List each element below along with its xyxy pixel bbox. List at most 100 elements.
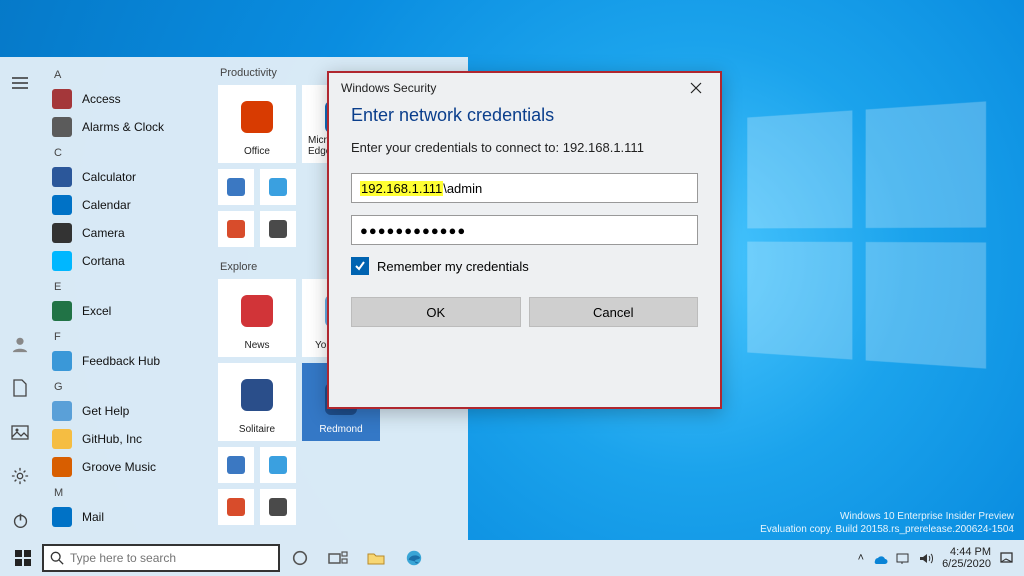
tray-onedrive-icon[interactable]	[872, 553, 888, 564]
password-field[interactable]: ●●●●●●●●●●●●	[351, 215, 698, 245]
app-label: Groove Music	[82, 460, 156, 474]
remember-label: Remember my credentials	[377, 259, 529, 274]
app-list-letter[interactable]: G	[40, 375, 210, 397]
checkbox-checked-icon[interactable]	[351, 257, 369, 275]
watermark-line1: Windows 10 Enterprise Insider Preview	[760, 510, 1014, 523]
taskbar-clock[interactable]: 4:44 PM 6/25/2020	[942, 546, 991, 570]
tray-network-icon[interactable]	[896, 552, 911, 565]
tile-icon	[241, 101, 273, 133]
tile-label: Solitaire	[239, 424, 275, 435]
start-app-list[interactable]: A Access Alarms & Clock CCalculator Calendar…	[40, 57, 210, 540]
tile-small[interactable]	[260, 211, 296, 247]
tile-small[interactable]	[260, 447, 296, 483]
notifications-icon[interactable]	[999, 551, 1014, 566]
app-list-item[interactable]: Calendar	[40, 191, 210, 219]
app-list-letter[interactable]: E	[40, 275, 210, 297]
app-label: GitHub, Inc	[82, 432, 142, 446]
user-icon[interactable]	[0, 324, 40, 364]
username-highlight: 192.168.1.111	[360, 181, 443, 196]
dialog-heading: Enter network credentials	[351, 105, 698, 126]
app-label: Calendar	[82, 198, 131, 212]
taskbar-search[interactable]	[42, 544, 280, 572]
tile[interactable]: Office	[218, 85, 296, 163]
credentials-dialog: Windows Security Enter network credentia…	[327, 71, 722, 409]
wallpaper-windows-logo	[747, 101, 986, 368]
remember-checkbox-row[interactable]: Remember my credentials	[351, 257, 698, 275]
task-view-icon[interactable]	[320, 543, 356, 573]
app-list-item[interactable]: Excel	[40, 297, 210, 325]
hamburger-icon[interactable]	[0, 63, 40, 103]
documents-icon[interactable]	[0, 368, 40, 408]
app-list-letter[interactable]: M	[40, 481, 210, 503]
tile-small[interactable]	[218, 447, 254, 483]
ok-button[interactable]: OK	[351, 297, 521, 327]
app-label: Feedback Hub	[82, 354, 160, 368]
app-label: Get Help	[82, 404, 129, 418]
app-list-letter[interactable]: F	[40, 325, 210, 347]
app-list-item[interactable]: Cortana	[40, 247, 210, 275]
watermark-line2: Evaluation copy. Build 20158.rs_prerelea…	[760, 523, 1014, 536]
tray-volume-icon[interactable]	[919, 552, 934, 565]
app-icon	[52, 401, 72, 421]
app-icon	[52, 195, 72, 215]
app-list-item[interactable]: Groove Music	[40, 453, 210, 481]
taskbar-app-explorer[interactable]	[358, 543, 394, 573]
app-list-item[interactable]: Get Help	[40, 397, 210, 425]
app-label: Access	[82, 92, 121, 106]
app-list-item[interactable]: Alarms & Clock	[40, 113, 210, 141]
tile-small[interactable]	[218, 169, 254, 205]
tray-chevron-icon[interactable]: ˄	[858, 552, 864, 564]
app-list-item[interactable]: GitHub, Inc	[40, 425, 210, 453]
tile[interactable]: Solitaire	[218, 363, 296, 441]
cancel-button[interactable]: Cancel	[529, 297, 699, 327]
app-icon	[52, 301, 72, 321]
tile-small[interactable]	[218, 489, 254, 525]
app-label: Excel	[82, 304, 111, 318]
tile-icon	[241, 295, 273, 327]
app-label: Alarms & Clock	[82, 120, 164, 134]
taskbar-app-edge[interactable]	[396, 543, 432, 573]
tile-label: Redmond	[319, 424, 362, 435]
tile-small[interactable]	[260, 169, 296, 205]
dialog-title: Windows Security	[341, 81, 436, 95]
cortana-icon[interactable]	[282, 543, 318, 573]
tile-small[interactable]	[218, 211, 254, 247]
app-icon	[52, 251, 72, 271]
app-list-item[interactable]: Calculator	[40, 163, 210, 191]
start-button[interactable]	[6, 543, 40, 573]
app-label: Mail	[82, 510, 104, 524]
app-icon	[52, 351, 72, 371]
search-input[interactable]	[70, 551, 272, 565]
app-list-item[interactable]: Feedback Hub	[40, 347, 210, 375]
tile-small[interactable]	[260, 489, 296, 525]
tile-icon	[241, 379, 273, 411]
settings-icon[interactable]	[0, 456, 40, 496]
app-list-letter[interactable]: C	[40, 141, 210, 163]
pictures-icon[interactable]	[0, 412, 40, 452]
app-list-letter[interactable]: A	[40, 63, 210, 85]
windows-icon	[15, 550, 31, 566]
taskbar: ˄ 4:44 PM 6/25/2020	[0, 540, 1024, 576]
app-icon	[52, 457, 72, 477]
clock-time: 4:44 PM	[942, 546, 991, 558]
password-value: ●●●●●●●●●●●●	[360, 223, 466, 238]
system-tray[interactable]: ˄ 4:44 PM 6/25/2020	[854, 546, 1018, 570]
app-label: Cortana	[82, 254, 125, 268]
start-rail	[0, 57, 40, 540]
app-list-item[interactable]: Mail	[40, 503, 210, 531]
dialog-titlebar: Windows Security	[329, 73, 720, 103]
username-field[interactable]: 192.168.1.111\admin	[351, 173, 698, 203]
close-icon[interactable]	[676, 74, 716, 102]
desktop-watermark: Windows 10 Enterprise Insider Preview Ev…	[760, 510, 1014, 536]
app-list-item[interactable]: Camera	[40, 219, 210, 247]
clock-date: 6/25/2020	[942, 558, 991, 570]
app-list-item[interactable]: Access	[40, 85, 210, 113]
app-icon	[52, 507, 72, 527]
tile[interactable]: News	[218, 279, 296, 357]
power-icon[interactable]	[0, 500, 40, 540]
search-icon	[50, 551, 64, 565]
app-icon	[52, 429, 72, 449]
app-icon	[52, 223, 72, 243]
app-icon	[52, 89, 72, 109]
app-icon	[52, 117, 72, 137]
